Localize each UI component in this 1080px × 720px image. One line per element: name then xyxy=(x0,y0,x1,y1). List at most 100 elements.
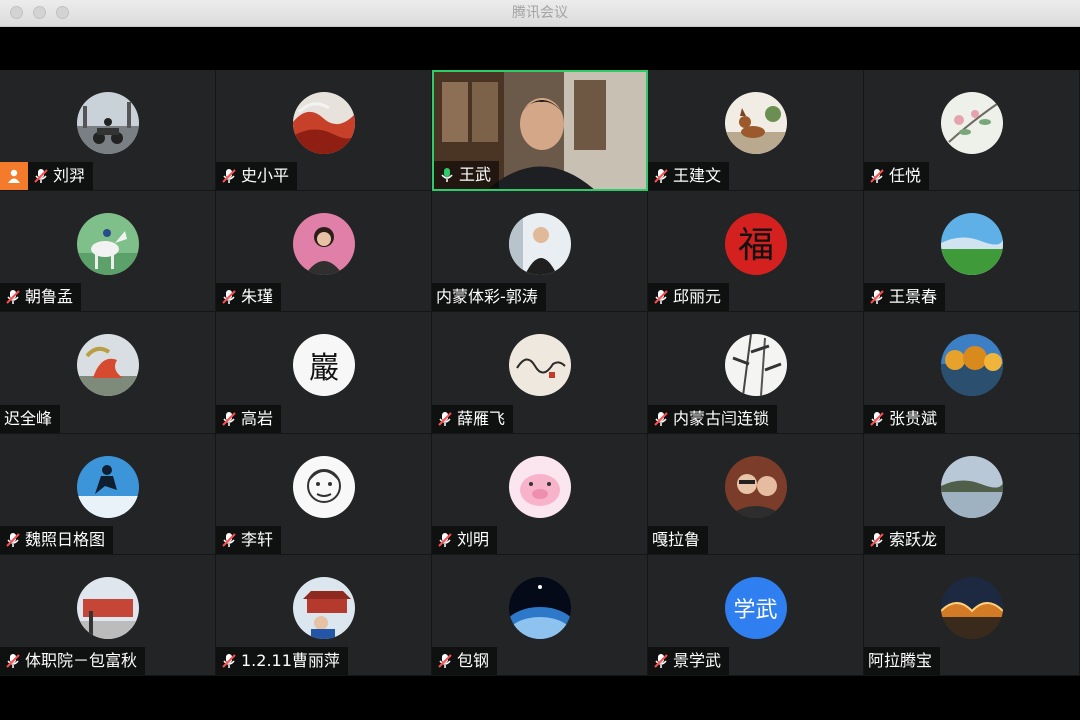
participant-avatar xyxy=(76,455,139,518)
mic-muted-icon xyxy=(868,410,886,428)
participant-avatar xyxy=(508,455,571,518)
participant-avatar xyxy=(508,334,571,397)
participant-avatar xyxy=(724,334,787,397)
participant-avatar xyxy=(940,213,1003,276)
participant-name: 景学武 xyxy=(673,650,722,670)
participant-namebar: 嘎拉鲁 xyxy=(648,525,709,554)
participant-namebar: 内蒙体彩-郭涛 xyxy=(432,283,546,312)
participant-avatar xyxy=(292,576,355,639)
participant-tile[interactable]: 嘎拉鲁 xyxy=(648,433,864,555)
participant-tile[interactable]: 王景春 xyxy=(864,191,1080,313)
mic-muted-icon xyxy=(652,167,670,185)
participant-avatar xyxy=(724,92,787,154)
mic-muted-icon xyxy=(220,531,238,549)
participant-avatar: 巖 xyxy=(292,334,355,397)
participant-tile[interactable]: 1.2.11曹丽萍 xyxy=(216,554,432,676)
participant-name: 张贵斌 xyxy=(889,408,938,428)
participant-tile[interactable]: 福邱丽元 xyxy=(648,191,864,313)
text-avatar: 学武 xyxy=(724,576,787,639)
mic-muted-icon xyxy=(436,410,454,428)
participant-tile[interactable]: 朱瑾 xyxy=(216,191,432,313)
participant-tile[interactable]: 朝鲁孟 xyxy=(0,191,216,313)
mic-muted-icon xyxy=(868,167,886,185)
participant-name: 内蒙古闫连锁 xyxy=(673,408,770,428)
host-user-icon xyxy=(0,162,28,191)
mic-muted-icon xyxy=(652,652,670,670)
participant-namebar: 刘羿 xyxy=(0,162,94,191)
mic-muted-icon xyxy=(220,410,238,428)
participant-avatar xyxy=(76,576,139,639)
participant-name: 魏照日格图 xyxy=(25,529,106,549)
participant-avatar xyxy=(940,455,1003,518)
participant-tile[interactable]: 王武 xyxy=(432,70,648,192)
participant-tile[interactable]: 魏照日格图 xyxy=(0,433,216,555)
participant-name: 包钢 xyxy=(457,650,490,670)
participant-name: 邱丽元 xyxy=(673,287,722,307)
window-title: 腾讯会议 xyxy=(512,5,568,21)
participant-tile[interactable]: 李轩 xyxy=(216,433,432,555)
participant-namebar: 包钢 xyxy=(432,646,498,675)
participant-name: 体职院－包富秋 xyxy=(25,650,138,670)
mic-muted-icon xyxy=(652,410,670,428)
participant-tile[interactable]: 索跃龙 xyxy=(864,433,1080,555)
participant-namebar: 体职院－包富秋 xyxy=(0,646,146,675)
participant-name: 薛雁飞 xyxy=(457,408,506,428)
participant-avatar xyxy=(292,92,355,154)
participant-tile[interactable]: 迟全峰 xyxy=(0,312,216,434)
participant-namebar: 王武 xyxy=(434,161,500,190)
participant-avatar xyxy=(940,334,1003,397)
participant-tile[interactable]: 史小平 xyxy=(216,70,432,192)
window-titlebar: 腾讯会议 xyxy=(0,0,1080,27)
participant-name: 王建文 xyxy=(673,166,722,186)
mic-on-icon xyxy=(438,166,456,184)
participant-name: 王景春 xyxy=(889,287,938,307)
participant-name: 王武 xyxy=(459,165,492,185)
participant-name: 朝鲁孟 xyxy=(25,287,74,307)
participant-tile[interactable]: 学武景学武 xyxy=(648,554,864,676)
participant-avatar xyxy=(940,92,1003,154)
participant-tile[interactable]: 薛雁飞 xyxy=(432,312,648,434)
avatar-initials: 学武 xyxy=(733,597,778,623)
participant-avatar xyxy=(940,576,1003,639)
bottom-toolbar-area xyxy=(0,676,1080,720)
participant-avatar xyxy=(292,213,355,276)
participant-namebar: 任悦 xyxy=(864,162,930,191)
participant-name: 李轩 xyxy=(241,529,274,549)
participant-namebar: 薛雁飞 xyxy=(432,404,514,433)
participant-tile[interactable]: 张贵斌 xyxy=(864,312,1080,434)
participant-namebar: 景学武 xyxy=(648,646,730,675)
mic-muted-icon xyxy=(32,167,50,185)
participant-namebar: 魏照日格图 xyxy=(0,525,114,554)
participant-namebar: 朝鲁孟 xyxy=(0,283,82,312)
mic-muted-icon xyxy=(868,531,886,549)
participant-name: 嘎拉鲁 xyxy=(652,529,701,549)
participant-namebar: 迟全峰 xyxy=(0,404,61,433)
participant-name: 任悦 xyxy=(889,166,922,186)
participant-tile[interactable]: 刘明 xyxy=(432,433,648,555)
participant-namebar: 史小平 xyxy=(216,162,298,191)
mic-muted-icon xyxy=(436,652,454,670)
participant-namebar: 1.2.11曹丽萍 xyxy=(216,646,348,675)
participant-namebar: 高岩 xyxy=(216,404,282,433)
participant-name: 高岩 xyxy=(241,408,274,428)
mic-muted-icon xyxy=(220,288,238,306)
participant-namebar: 阿拉腾宝 xyxy=(864,646,941,675)
participant-tile[interactable]: 任悦 xyxy=(864,70,1080,192)
participant-avatar xyxy=(508,213,571,276)
participant-name: 内蒙体彩-郭涛 xyxy=(436,287,538,307)
participant-tile[interactable]: 巖高岩 xyxy=(216,312,432,434)
participant-namebar: 内蒙古闫连锁 xyxy=(648,404,778,433)
mic-muted-icon xyxy=(4,652,22,670)
participant-tile[interactable]: 刘羿 xyxy=(0,70,216,192)
participant-namebar: 索跃龙 xyxy=(864,525,946,554)
participant-tile[interactable]: 内蒙体彩-郭涛 xyxy=(432,191,648,313)
mic-muted-icon xyxy=(220,652,238,670)
participant-tile[interactable]: 阿拉腾宝 xyxy=(864,554,1080,676)
participant-tile[interactable]: 王建文 xyxy=(648,70,864,192)
participant-name: 朱瑾 xyxy=(241,287,274,307)
participant-name: 1.2.11曹丽萍 xyxy=(241,650,340,670)
participant-tile[interactable]: 内蒙古闫连锁 xyxy=(648,312,864,434)
participant-avatar xyxy=(76,213,139,276)
participant-tile[interactable]: 包钢 xyxy=(432,554,648,676)
participant-tile[interactable]: 体职院－包富秋 xyxy=(0,554,216,676)
